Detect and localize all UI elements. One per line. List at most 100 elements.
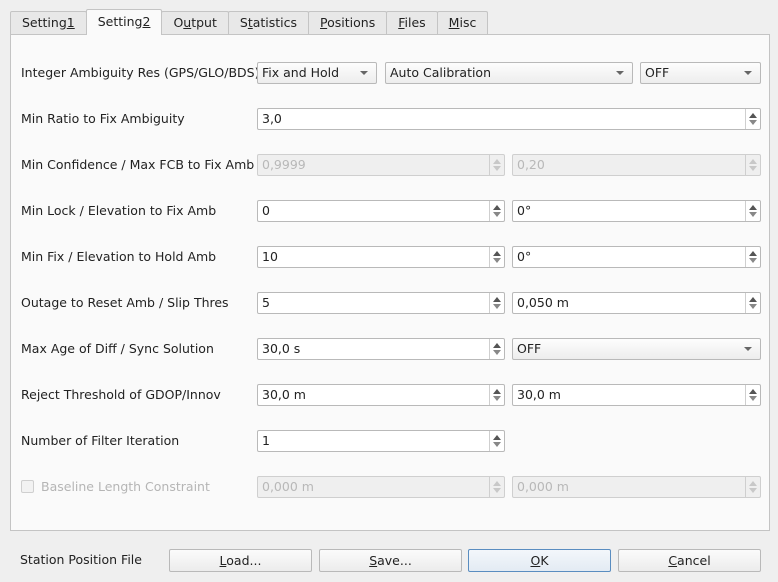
tab-statistics[interactable]: Statistics bbox=[227, 11, 310, 34]
min-lock-spinbox[interactable]: 0 bbox=[257, 200, 505, 222]
confidence-row: Min Confidence / Max FCB to Fix Amb 0,99… bbox=[11, 153, 769, 177]
tab-label: tput bbox=[191, 15, 217, 30]
spin-buttons[interactable] bbox=[489, 293, 504, 313]
arrow-down-icon bbox=[493, 258, 501, 263]
iteration-label: Number of Filter Iteration bbox=[21, 433, 180, 448]
max-age-spinbox[interactable]: 30,0 s bbox=[257, 338, 505, 360]
reject-innov-spinbox[interactable]: 30,0 m bbox=[512, 384, 761, 406]
spinbox-value: 30,0 m bbox=[517, 387, 561, 402]
fix-row: Min Fix / Elevation to Hold Amb 10 0° bbox=[11, 245, 769, 269]
min-fix-spinbox[interactable]: 10 bbox=[257, 246, 505, 268]
arrow-up-icon bbox=[749, 205, 757, 210]
tab-setting1[interactable]: Setting1 bbox=[10, 11, 87, 34]
sync-solution-select[interactable]: OFF bbox=[512, 338, 761, 360]
arrow-up-icon bbox=[493, 251, 501, 256]
ok-button[interactable]: OK bbox=[468, 549, 611, 572]
arrow-up-icon bbox=[493, 159, 501, 164]
spin-buttons[interactable] bbox=[745, 247, 760, 267]
baseline-constraint-checkbox bbox=[21, 480, 34, 493]
arrow-up-icon bbox=[493, 435, 501, 440]
tab-setting2[interactable]: Setting2 bbox=[85, 9, 163, 35]
select-value: OFF bbox=[517, 341, 542, 356]
slip-threshold-spinbox[interactable]: 0,050 m bbox=[512, 292, 761, 314]
baseline-sigma-spinbox: 0,000 m bbox=[512, 476, 761, 498]
arrow-down-icon bbox=[749, 120, 757, 125]
outage-row: Outage to Reset Amb / Slip Thres 5 0,050… bbox=[11, 291, 769, 315]
arrow-up-icon bbox=[493, 389, 501, 394]
spin-buttons bbox=[489, 155, 504, 175]
spinbox-value: 30,0 m bbox=[262, 387, 306, 402]
spinbox-value: 3,0 bbox=[262, 111, 282, 126]
spin-buttons[interactable] bbox=[745, 201, 760, 221]
setting2-panel: Integer Ambiguity Res (GPS/GLO/BDS) Fix … bbox=[10, 34, 770, 531]
arrow-down-icon bbox=[749, 212, 757, 217]
tab-positions[interactable]: Positions bbox=[308, 11, 388, 34]
tab-label: isc bbox=[459, 15, 477, 30]
spin-buttons bbox=[489, 477, 504, 497]
spin-buttons[interactable] bbox=[489, 339, 504, 359]
spinbox-value: 0 bbox=[262, 203, 270, 218]
button-label: oad... bbox=[226, 553, 262, 568]
tab-output[interactable]: Output bbox=[161, 11, 229, 34]
ambiguity-row: Integer Ambiguity Res (GPS/GLO/BDS) Fix … bbox=[11, 61, 769, 85]
tab-label: iles bbox=[404, 15, 426, 30]
arrow-up-icon bbox=[493, 205, 501, 210]
arrow-up-icon bbox=[493, 297, 501, 302]
load-button[interactable]: Load... bbox=[169, 549, 312, 572]
arrow-up-icon bbox=[749, 251, 757, 256]
arrow-up-icon bbox=[493, 481, 501, 486]
spin-buttons[interactable] bbox=[745, 109, 760, 129]
reject-row: Reject Threshold of GDOP/Innov 30,0 m 30… bbox=[11, 383, 769, 407]
select-value: Auto Calibration bbox=[390, 65, 492, 80]
spin-buttons bbox=[745, 155, 760, 175]
chevron-down-icon bbox=[616, 71, 624, 75]
arrow-down-icon bbox=[749, 304, 757, 309]
spin-buttons[interactable] bbox=[745, 385, 760, 405]
spin-buttons[interactable] bbox=[489, 431, 504, 451]
spinbox-value: 1 bbox=[262, 433, 270, 448]
hold-elevation-spinbox[interactable]: 0° bbox=[512, 246, 761, 268]
max-fcb-spinbox: 0,20 bbox=[512, 154, 761, 176]
tab-misc[interactable]: Misc bbox=[436, 11, 489, 34]
arrow-down-icon bbox=[749, 166, 757, 171]
tab-label: O bbox=[173, 15, 184, 30]
outage-spinbox[interactable]: 5 bbox=[257, 292, 505, 314]
chevron-down-icon bbox=[744, 71, 752, 75]
confidence-label: Min Confidence / Max FCB to Fix Amb bbox=[21, 157, 255, 172]
spinbox-value: 10 bbox=[262, 249, 278, 264]
spin-buttons[interactable] bbox=[745, 293, 760, 313]
save-button[interactable]: Save... bbox=[319, 549, 462, 572]
spin-buttons[interactable] bbox=[489, 385, 504, 405]
button-label: K bbox=[540, 553, 549, 568]
ambiguity-label: Integer Ambiguity Res (GPS/GLO/BDS) bbox=[21, 65, 260, 80]
arrow-down-icon bbox=[493, 488, 501, 493]
min-ratio-spinbox[interactable]: 3,0 bbox=[257, 108, 761, 130]
chevron-down-icon bbox=[360, 71, 368, 75]
tab-files[interactable]: Files bbox=[386, 11, 438, 34]
bds-ar-mode-select[interactable]: OFF bbox=[640, 62, 761, 84]
arrow-down-icon bbox=[493, 304, 501, 309]
cancel-button[interactable]: Cancel bbox=[618, 549, 761, 572]
chevron-down-icon bbox=[744, 347, 752, 351]
lock-row: Min Lock / Elevation to Fix Amb 0 0° bbox=[11, 199, 769, 223]
arrow-up-icon bbox=[749, 481, 757, 486]
spinbox-value: 0,9999 bbox=[262, 157, 306, 172]
min-confidence-spinbox: 0,9999 bbox=[257, 154, 505, 176]
filter-iteration-spinbox[interactable]: 1 bbox=[257, 430, 505, 452]
reject-gdop-spinbox[interactable]: 30,0 m bbox=[257, 384, 505, 406]
fix-elevation-spinbox[interactable]: 0° bbox=[512, 200, 761, 222]
spinbox-value: 0° bbox=[517, 203, 532, 218]
spin-buttons[interactable] bbox=[489, 201, 504, 221]
arrow-down-icon bbox=[749, 488, 757, 493]
spinbox-value: 0,050 m bbox=[517, 295, 569, 310]
ratio-label: Min Ratio to Fix Ambiguity bbox=[21, 111, 185, 126]
arrow-up-icon bbox=[493, 343, 501, 348]
glo-ar-mode-select[interactable]: Auto Calibration bbox=[385, 62, 633, 84]
button-mnemonic: C bbox=[668, 553, 678, 568]
arrow-down-icon bbox=[493, 396, 501, 401]
spinbox-value: 30,0 s bbox=[262, 341, 301, 356]
spin-buttons[interactable] bbox=[489, 247, 504, 267]
tab-label: atistics bbox=[252, 15, 298, 30]
gps-ar-mode-select[interactable]: Fix and Hold bbox=[257, 62, 377, 84]
lock-label: Min Lock / Elevation to Fix Amb bbox=[21, 203, 217, 218]
